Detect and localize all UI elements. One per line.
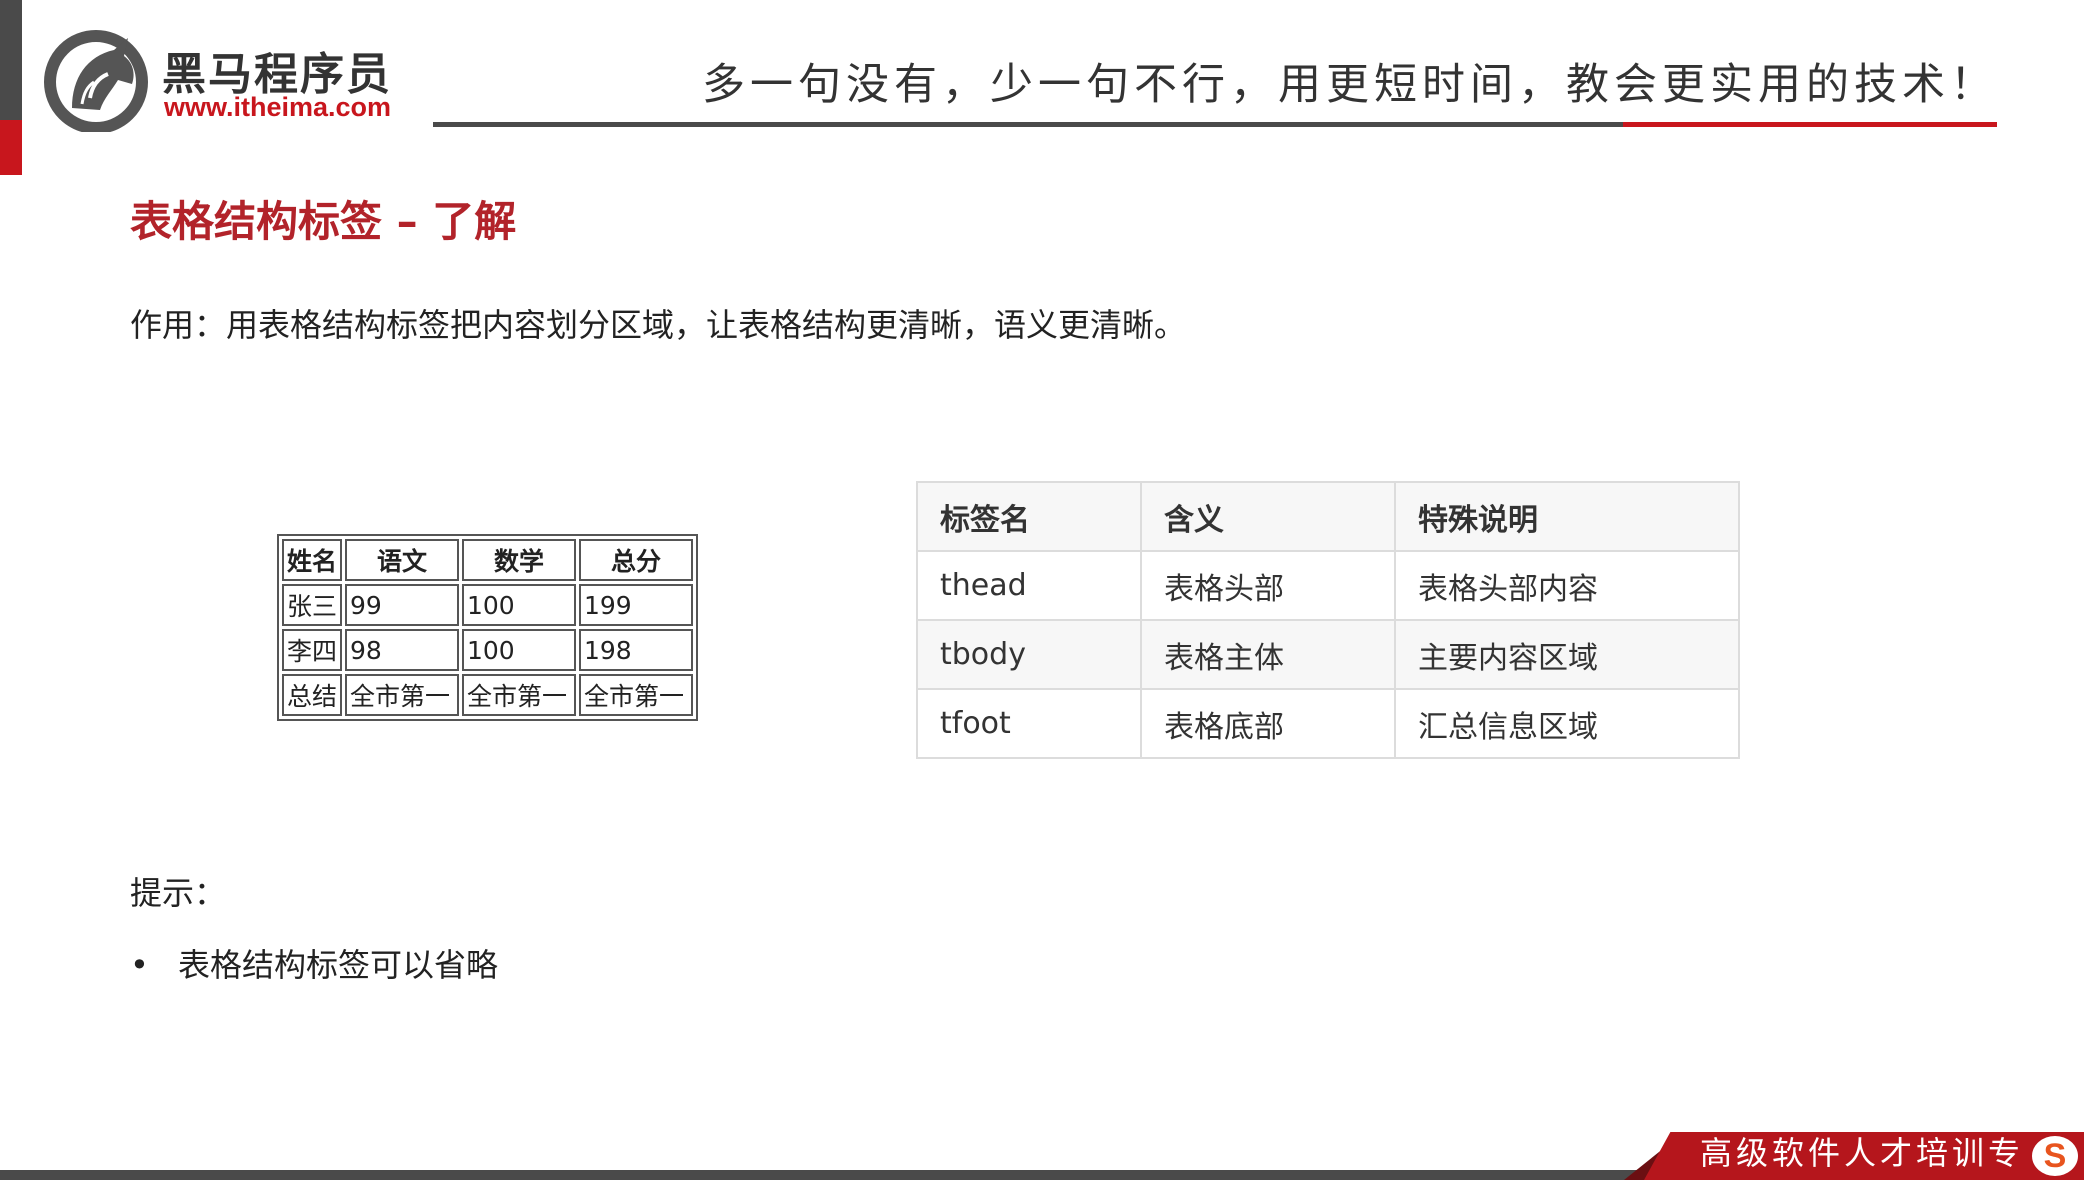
table-header-cell: 标签名 — [916, 481, 1142, 552]
header-divider — [433, 122, 1623, 127]
slide-title: 表格结构标签 – 了解 — [130, 197, 517, 246]
table-header-row: 姓名 语文 数学 总分 — [282, 539, 693, 581]
table-row: 张三 99 100 199 — [282, 584, 693, 626]
table-cell: 表格头部 — [1140, 550, 1396, 621]
table-header-cell: 含义 — [1140, 481, 1396, 552]
table-header-cell: 数学 — [462, 539, 576, 581]
brand-url: www.itheima.com — [164, 92, 392, 122]
table-cell: 100 — [462, 629, 576, 671]
slogan: 多一句没有，少一句不行，用更短时间，教会更实用的技术！ — [702, 60, 1998, 110]
table-row: tbody 表格主体 主要内容区域 — [916, 619, 1740, 690]
horse-logo-icon — [44, 30, 148, 132]
bullet-icon: • — [130, 946, 149, 984]
tip-text: 表格结构标签可以省略 — [178, 946, 499, 984]
table-row: 李四 98 100 198 — [282, 629, 693, 671]
table-cell: 199 — [579, 584, 693, 626]
reference-table: 标签名 含义 特殊说明 thead 表格头部 表格头部内容 tbody 表格主体… — [916, 481, 1740, 759]
table-cell: 198 — [579, 629, 693, 671]
table-cell: 表格主体 — [1140, 619, 1396, 690]
tips-label: 提示： — [130, 874, 227, 912]
table-cell: 张三 — [282, 584, 342, 626]
left-edge-dark-bar — [0, 0, 22, 120]
example-table: 姓名 语文 数学 总分 张三 99 100 199 李四 98 100 198 … — [277, 534, 698, 721]
table-row: thead 表格头部 表格头部内容 — [916, 550, 1740, 621]
sogou-logo-icon: S — [2032, 1136, 2078, 1176]
table-cell: 表格底部 — [1140, 688, 1396, 759]
table-cell: 99 — [345, 584, 459, 626]
table-cell: 李四 — [282, 629, 342, 671]
table-cell: 100 — [462, 584, 576, 626]
table-header-row: 标签名 含义 特殊说明 — [916, 481, 1740, 552]
table-cell: 全市第一 — [579, 674, 693, 716]
table-cell: tfoot — [916, 688, 1142, 759]
footer-tagline: 高级软件人才培训专 — [1699, 1134, 2024, 1172]
table-cell: 总结 — [282, 674, 342, 716]
table-cell: 表格头部内容 — [1394, 550, 1740, 621]
brand-logo: 黑马程序员 www.itheima.com — [42, 28, 402, 133]
table-header-cell: 特殊说明 — [1394, 481, 1740, 552]
table-cell: 98 — [345, 629, 459, 671]
list-item: • 表格结构标签可以省略 — [130, 940, 498, 986]
table-cell: 汇总信息区域 — [1394, 688, 1740, 759]
table-cell: tbody — [916, 619, 1142, 690]
left-edge-red-bar — [0, 120, 22, 175]
table-header-cell: 姓名 — [282, 539, 342, 581]
table-row: tfoot 表格底部 汇总信息区域 — [916, 688, 1740, 759]
table-cell: thead — [916, 550, 1142, 621]
header-divider-accent — [1623, 122, 1997, 127]
purpose-text: 作用：用表格结构标签把内容划分区域，让表格结构更清晰，语义更清晰。 — [130, 306, 1187, 344]
table-header-cell: 总分 — [579, 539, 693, 581]
table-cell: 主要内容区域 — [1394, 619, 1740, 690]
table-cell: 全市第一 — [462, 674, 576, 716]
table-cell: 全市第一 — [345, 674, 459, 716]
table-row: 总结 全市第一 全市第一 全市第一 — [282, 674, 693, 716]
table-header-cell: 语文 — [345, 539, 459, 581]
